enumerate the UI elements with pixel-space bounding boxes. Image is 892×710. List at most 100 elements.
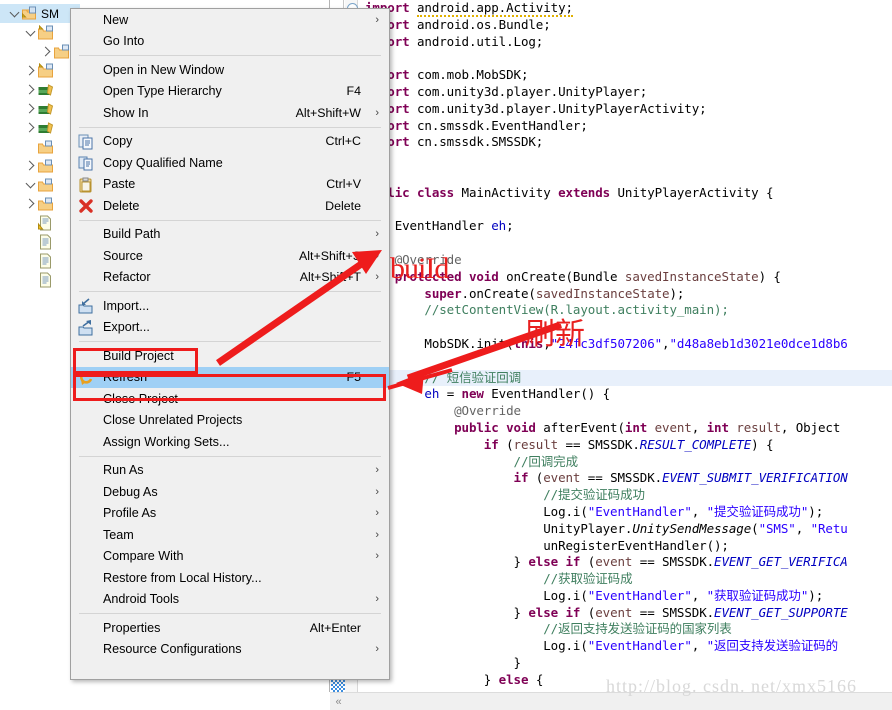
code-token: "提交验证码成功" [706,503,809,519]
code-token: ) { [758,268,781,284]
menu-item-team[interactable]: Team › [71,524,389,546]
menu-item-source[interactable]: Source Alt+Shift+S › [71,245,389,267]
code-line: super.onCreate(savedInstanceState); [359,286,892,303]
menu-item-compare-with[interactable]: Compare With › [71,546,389,568]
menu-item-new[interactable]: New › [71,9,389,31]
menu-item-build-path[interactable]: Build Path › [71,224,389,246]
code-token: public void [365,419,544,435]
menu-item-profile-as[interactable]: Profile As › [71,503,389,525]
code-token: if [365,470,536,486]
code-token: == SMSSDK. [580,470,663,486]
menu-item-close-unrelated-projects[interactable]: Close Unrelated Projects [71,410,389,432]
chevron-right-icon[interactable] [24,121,37,134]
menu-item-label: Import... [103,298,150,313]
code-token: , [691,638,707,654]
menu-item-show-in[interactable]: Show In Alt+Shift+W › [71,102,389,124]
menu-item-delete[interactable]: Delete Delete [71,195,389,217]
menu-item-go-into[interactable]: Go Into [71,31,389,53]
panel-resize-handle[interactable] [331,678,345,692]
code-token: savedInstanceState [624,268,759,284]
code-token: ( [506,436,514,452]
chevron-down-icon[interactable] [8,7,21,20]
menu-item-label: Profile As [103,506,157,521]
chevron-right-icon[interactable] [24,197,37,210]
code-token: "EventHandler" [587,638,692,654]
delete-icon [78,198,94,214]
menu-item-shortcut: Alt+Shift+T [299,270,361,285]
menu-item-label: Team [103,527,134,542]
code-line: } else if (event == SMSSDK.EVENT_GET_SUP… [359,605,892,622]
build-project-highlight-box [73,348,198,374]
code-token: afterEvent( [543,419,625,435]
menu-item-open-in-new-window[interactable]: Open in New Window [71,59,389,81]
code-line: import cn.smssdk.EventHandler; [359,118,892,135]
menu-item-properties[interactable]: Properties Alt+Enter [71,617,389,639]
code-token: , [691,587,707,603]
code-line: import android.app.Activity; [359,0,892,17]
menu-item-label: Copy Qualified Name [103,155,223,170]
code-token: "EventHandler" [587,503,692,519]
menu-separator [79,291,381,292]
menu-item-restore-from-local-history[interactable]: Restore from Local History... [71,567,389,589]
project-context-menu[interactable]: New › Go Into Open in New Window Open Type H… [70,8,390,680]
menu-item-copy-qualified-name[interactable]: Copy Qualified Name [71,152,389,174]
library-icon [37,101,54,117]
code-token: == SMSSDK. [632,604,715,620]
code-editor[interactable]: import android.app.Activity; import andro… [330,0,892,692]
menu-item-export[interactable]: Export... [71,317,389,339]
chevron-right-icon[interactable] [24,102,37,115]
code-token: extends [558,184,618,200]
code-line: //获取验证码成 [359,571,892,588]
menu-item-paste[interactable]: Paste Ctrl+V [71,174,389,196]
code-token: UnityPlayer. [365,520,633,536]
code-token: result [513,436,559,452]
source-folder-icon [37,24,54,41]
java-project-icon [21,6,38,22]
code-token: //获取验证码成 [365,571,633,587]
menu-item-shortcut: Delete [325,198,361,213]
code-token: "EventHandler" [587,587,692,603]
code-line: import android.util.Log; [359,34,892,51]
menu-separator [79,341,381,342]
chevron-right-icon[interactable] [24,64,37,77]
code-token: android.app.Activity; [416,0,573,17]
menu-item-android-tools[interactable]: Android Tools › [71,589,389,611]
code-line: UnityPlayer.UnitySendMessage("SMS", "Ret… [359,521,892,538]
scroll-left-arrow[interactable]: « [330,693,347,710]
code-line: //返回支持发送验证码的国家列表 [359,621,892,638]
code-token: RESULT_COMPLETE [639,436,752,452]
context-menu-list[interactable]: New › Go Into Open in New Window Open Type H… [71,9,389,660]
chevron-right-icon[interactable] [24,83,37,96]
code-token: //回调完成 [365,453,579,469]
chevron-down-icon[interactable] [24,178,37,191]
menu-item-resource-configurations[interactable]: Resource Configurations › [71,639,389,661]
code-token: event [595,554,633,570]
chevron-down-icon[interactable] [24,26,37,39]
chevron-right-icon[interactable] [24,159,37,172]
chevron-right-icon[interactable] [40,45,53,58]
code-line: if (event == SMSSDK.EVENT_SUBMIT_VERIFIC… [359,470,892,487]
menu-item-refactor[interactable]: Refactor Alt+Shift+T › [71,267,389,289]
menu-item-open-type-hierarchy[interactable]: Open Type Hierarchy F4 [71,81,389,103]
menu-item-import[interactable]: Import... [71,295,389,317]
code-token: ); [808,503,824,519]
paste-icon [78,177,94,193]
tree-item-label: SM [41,6,59,21]
menu-item-run-as[interactable]: Run As › [71,460,389,482]
menu-item-copy[interactable]: Copy Ctrl+C [71,131,389,153]
tree-item[interactable]: SM [0,4,80,23]
code-line: // 短信验证回调 [359,369,892,387]
file-icon [37,253,54,269]
menu-item-label: Go Into [103,34,145,49]
code-token: new [461,386,492,402]
menu-item-assign-working-sets[interactable]: Assign Working Sets... [71,431,389,453]
menu-item-debug-as[interactable]: Debug As › [71,481,389,503]
code-token: ; [506,218,514,234]
code-token: == SMSSDK. [558,436,640,452]
code-line: Log.i("EventHandler", "返回支持发送验证码的 [359,638,892,655]
code-text[interactable]: import android.app.Activity; import andro… [359,0,892,692]
chevron-right-icon: › [375,13,379,26]
code-token: UnitySendMessage [632,520,752,536]
